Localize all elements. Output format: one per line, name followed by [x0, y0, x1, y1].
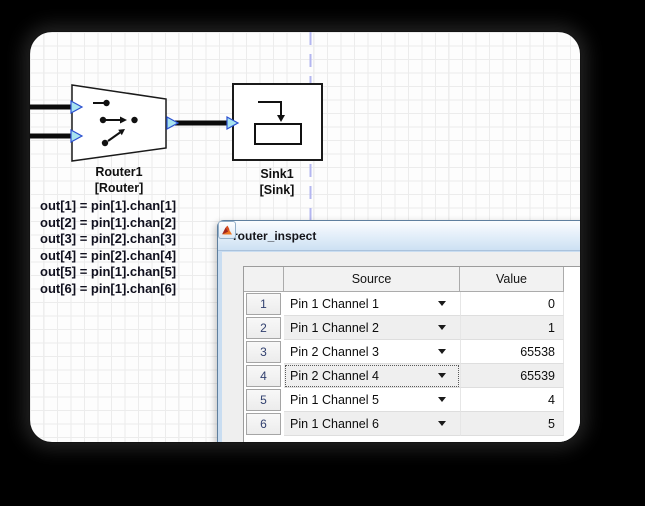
- source-cell-text: Pin 1 Channel 6: [290, 417, 379, 431]
- source-cell-selected[interactable]: Pin 2 Channel 4: [284, 364, 460, 388]
- row-number: 2: [246, 317, 281, 339]
- dropdown-icon[interactable]: [438, 301, 446, 306]
- row-number: 1: [246, 293, 281, 315]
- screenshot-frame: Router1 [Router] Sink1 [Sink] out[1] = p…: [0, 0, 645, 506]
- inspect-table: Source Value 1 Pin 1 Channel 1 0 2 Pin 1…: [243, 266, 580, 442]
- dropdown-icon[interactable]: [438, 421, 446, 426]
- corner-header-cell: [244, 267, 284, 292]
- source-cell-text: Pin 1 Channel 5: [290, 393, 379, 407]
- router-class: [Router]: [59, 180, 179, 196]
- sink-block[interactable]: [227, 84, 322, 160]
- annotation-line: out[1] = pin[1].chan[1]: [40, 198, 176, 215]
- annotation-line: out[6] = pin[1].chan[6]: [40, 281, 176, 298]
- sink-class: [Sink]: [217, 182, 337, 198]
- matlab-logo-icon: [218, 221, 236, 239]
- source-cell-text: Pin 1 Channel 2: [290, 321, 379, 335]
- row-number: 4: [246, 365, 281, 387]
- value-cell[interactable]: 65539: [460, 364, 564, 388]
- dialog-titlebar[interactable]: router_inspect: [218, 221, 580, 251]
- source-cell-text: Pin 2 Channel 4: [290, 369, 379, 383]
- routing-annotations[interactable]: out[1] = pin[1].chan[1] out[2] = pin[1].…: [40, 198, 176, 298]
- router-inspect-dialog: router_inspect Source Value 1 Pin 1 Chan…: [217, 220, 580, 442]
- model-canvas[interactable]: Router1 [Router] Sink1 [Sink] out[1] = p…: [30, 32, 580, 442]
- source-cell[interactable]: Pin 2 Channel 3: [284, 340, 460, 364]
- source-cell[interactable]: Pin 1 Channel 2: [284, 316, 460, 340]
- annotation-line: out[4] = pin[2].chan[4]: [40, 248, 176, 265]
- row-number: 6: [246, 413, 281, 435]
- row-number: 3: [246, 341, 281, 363]
- source-column-header: Source: [284, 267, 460, 292]
- input-wires[interactable]: [30, 107, 74, 136]
- sink-block-label: Sink1 [Sink]: [217, 166, 337, 198]
- source-cell[interactable]: Pin 1 Channel 6: [284, 412, 460, 436]
- router-block-label: Router1 [Router]: [59, 164, 179, 196]
- dropdown-icon[interactable]: [438, 349, 446, 354]
- annotation-line: out[3] = pin[2].chan[3]: [40, 231, 176, 248]
- annotation-line: out[2] = pin[1].chan[2]: [40, 215, 176, 232]
- source-cell-text: Pin 2 Channel 3: [290, 345, 379, 359]
- value-column-header: Value: [460, 267, 564, 292]
- dialog-title: router_inspect: [233, 229, 316, 243]
- value-cell[interactable]: 4: [460, 388, 564, 412]
- dropdown-icon[interactable]: [438, 325, 446, 330]
- dropdown-icon[interactable]: [438, 397, 446, 402]
- dialog-body: Source Value 1 Pin 1 Channel 1 0 2 Pin 1…: [222, 252, 580, 442]
- value-cell[interactable]: 65538: [460, 340, 564, 364]
- source-cell[interactable]: Pin 1 Channel 1: [284, 292, 460, 316]
- row-number: 5: [246, 389, 281, 411]
- source-cell[interactable]: Pin 1 Channel 5: [284, 388, 460, 412]
- value-cell[interactable]: 5: [460, 412, 564, 436]
- source-cell-text: Pin 1 Channel 1: [290, 297, 379, 311]
- sink-name: Sink1: [217, 166, 337, 182]
- router-block[interactable]: [71, 85, 178, 161]
- annotation-line: out[5] = pin[1].chan[5]: [40, 264, 176, 281]
- value-cell[interactable]: 0: [460, 292, 564, 316]
- value-cell[interactable]: 1: [460, 316, 564, 340]
- router-name: Router1: [59, 164, 179, 180]
- dropdown-icon[interactable]: [438, 373, 446, 378]
